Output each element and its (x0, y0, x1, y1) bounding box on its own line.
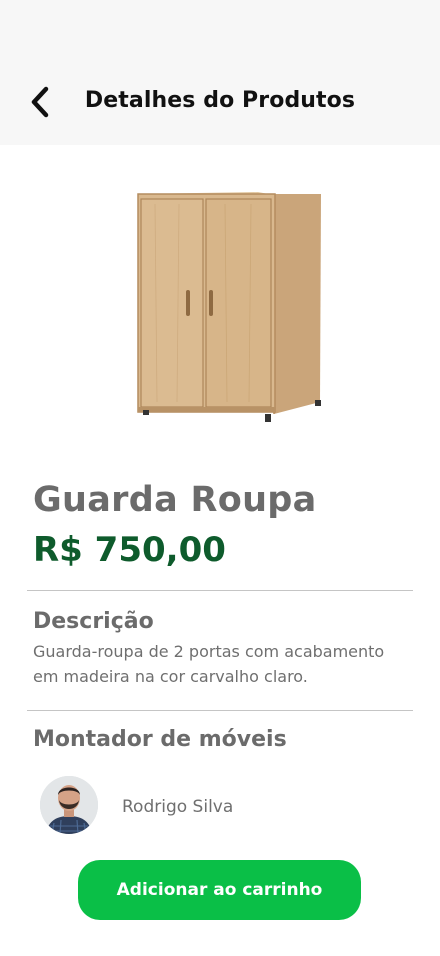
avatar[interactable] (40, 776, 98, 834)
avatar-photo (40, 776, 98, 834)
divider (27, 590, 413, 591)
wardrobe-image (137, 192, 321, 422)
product-name: Guarda Roupa (33, 480, 317, 520)
assembler-name: Rodrigo Silva (122, 797, 234, 817)
page-title: Detalhes do Produtos (84, 88, 356, 113)
description-text: Guarda-roupa de 2 portas com acabamento … (33, 642, 385, 686)
assembler-section-title: Montador de móveis (33, 727, 287, 752)
add-to-cart-button[interactable]: Adicionar ao carrinho (78, 860, 361, 920)
description-title: Descrição (33, 609, 154, 634)
divider (27, 710, 413, 711)
product-price: R$ 750,00 (33, 530, 226, 570)
header-bar: Detalhes do Produtos (0, 0, 440, 145)
product-image (75, 152, 367, 452)
